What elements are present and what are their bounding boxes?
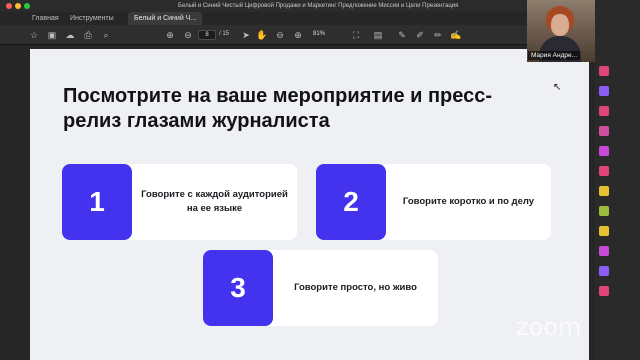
card-2: 2 Говорите коротко и по делу <box>316 164 551 240</box>
next-page-icon[interactable]: ⊖ <box>182 29 194 41</box>
comment-tool-icon[interactable] <box>599 126 609 136</box>
bookmark-icon[interactable]: ☆ <box>28 29 40 41</box>
fill-sign-icon[interactable] <box>599 186 609 196</box>
window-title: Белый и Синий Чистый Цифровой Продажи и … <box>178 3 459 9</box>
card-1-text: Говорите с каждой аудиторией на ее языке <box>141 189 288 214</box>
right-tools-sidebar <box>595 0 640 360</box>
more-tools-icon[interactable] <box>599 286 609 296</box>
scroll-mode-icon[interactable]: ▤ <box>372 29 384 41</box>
edit-pdf-icon[interactable] <box>599 106 609 116</box>
participant-video[interactable]: Мария Андре... <box>527 0 595 62</box>
draw-icon[interactable]: ✏ <box>432 29 444 41</box>
compress-icon[interactable] <box>599 266 609 276</box>
card-3: 3 Говорите просто, но живо <box>203 250 438 326</box>
tab-document[interactable]: Белый и Синий Ч... <box>128 12 203 25</box>
participant-face <box>551 14 569 36</box>
tab-bar: Главная Инструменты Белый и Синий Ч... <box>0 12 540 25</box>
slide-page: Посмотрите на ваше мероприятие и пресс-р… <box>30 49 589 360</box>
save-icon[interactable]: ▣ <box>46 29 58 41</box>
redact-icon[interactable] <box>599 246 609 256</box>
tab-home[interactable]: Главная <box>26 12 65 25</box>
prev-page-icon[interactable]: ⊕ <box>164 29 176 41</box>
card-2-text: Говорите коротко и по делу <box>402 196 535 207</box>
slide-headline: Посмотрите на ваше мероприятие и пресс-р… <box>63 85 493 132</box>
comment-icon[interactable]: ✎ <box>396 29 408 41</box>
toolbar: ☆ ▣ ☁ ⎙ ⌕ ⊕ ⊖ 8 / 15 ➤ ✋ ⊖ ⊕ 81% ⛶ ▤ ✎ ✐… <box>0 25 540 45</box>
zoom-out-icon[interactable]: ⊖ <box>274 29 286 41</box>
select-cursor-icon[interactable]: ➤ <box>240 29 252 41</box>
participant-name: Мария Андре... <box>528 51 581 60</box>
combine-files-icon[interactable] <box>599 146 609 156</box>
page-total: / 15 <box>219 31 230 37</box>
zoom-level[interactable]: 81% <box>313 31 325 37</box>
card-1: 1 Говорите с каждой аудиторией на ее язы… <box>62 164 297 240</box>
zoom-watermark: zoom <box>516 313 582 341</box>
search-icon[interactable]: ⌕ <box>100 29 112 41</box>
organize-pages-icon[interactable] <box>599 166 609 176</box>
minimize-window-icon[interactable] <box>15 3 21 9</box>
create-pdf-icon[interactable] <box>599 86 609 96</box>
scan-ocr-icon[interactable] <box>599 206 609 216</box>
export-pdf-icon[interactable] <box>599 66 609 76</box>
card-3-text: Говорите просто, но живо <box>294 282 417 293</box>
upload-icon[interactable]: ☁ <box>64 29 76 41</box>
mouse-pointer-icon: ↖ <box>553 82 562 93</box>
fit-page-icon[interactable]: ⛶ <box>350 29 362 41</box>
card-2-number: 2 <box>316 164 386 240</box>
card-3-number: 3 <box>203 250 273 326</box>
close-window-icon[interactable] <box>6 3 12 9</box>
maximize-window-icon[interactable] <box>24 3 30 9</box>
page-number-input[interactable]: 8 <box>198 30 216 40</box>
highlight-icon[interactable]: ✐ <box>414 29 426 41</box>
hand-tool-icon[interactable]: ✋ <box>256 29 268 41</box>
tab-tools[interactable]: Инструменты <box>64 12 120 25</box>
protect-icon[interactable] <box>599 226 609 236</box>
document-viewport[interactable]: Посмотрите на ваше мероприятие и пресс-р… <box>0 45 595 360</box>
print-icon[interactable]: ⎙ <box>82 29 94 41</box>
card-1-number: 1 <box>62 164 132 240</box>
zoom-in-icon[interactable]: ⊕ <box>292 29 304 41</box>
sign-icon[interactable]: ✍ <box>450 29 462 41</box>
